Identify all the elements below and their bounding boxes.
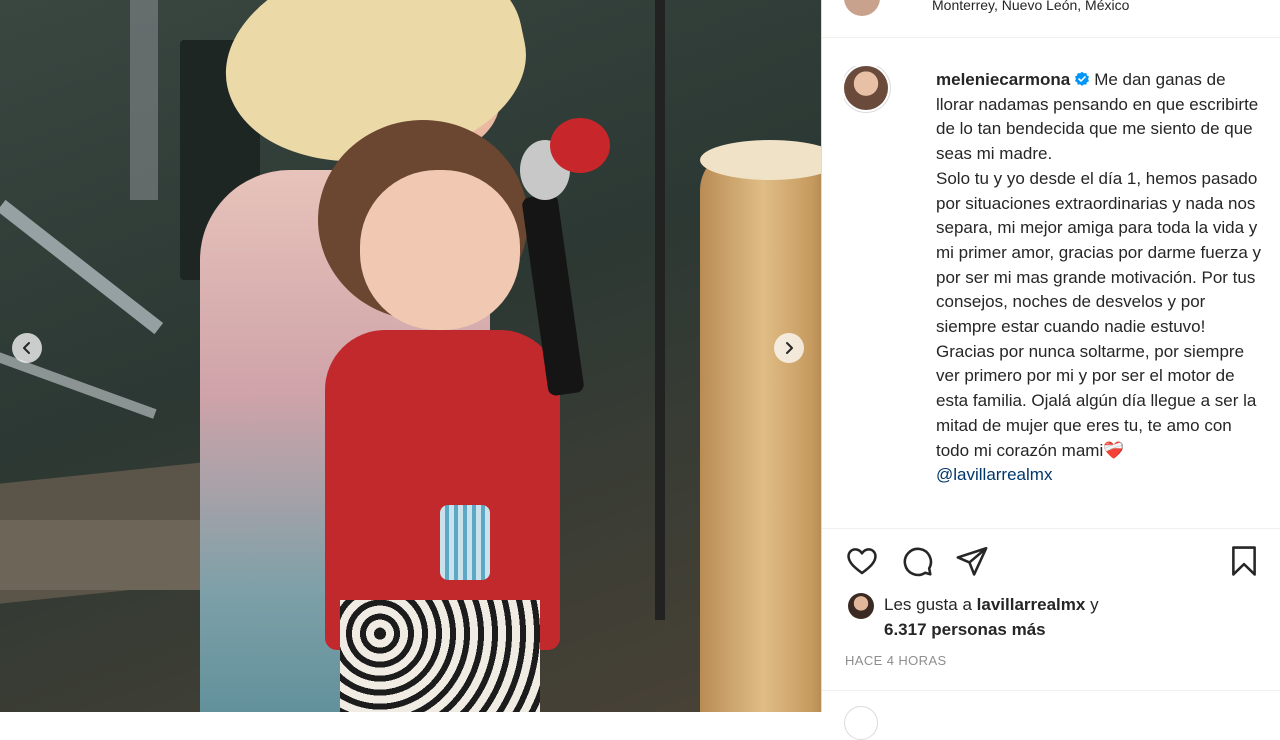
likes-text: Les gusta a lavillarrealmx y 6.317 perso… [884, 592, 1224, 642]
likes-conjunction: y [1090, 595, 1099, 614]
liker-username[interactable]: lavillarrealmx [977, 595, 1086, 614]
share-button[interactable] [954, 544, 990, 580]
author-avatar[interactable] [844, 66, 888, 110]
mention-link[interactable]: @lavillarrealmx [936, 465, 1052, 484]
author-username[interactable]: meleniecarmona [936, 70, 1070, 89]
divider [822, 37, 1280, 38]
next-photo-button[interactable] [774, 333, 804, 363]
comment-input-avatar [844, 706, 878, 740]
stage-light [0, 199, 164, 335]
bracelets [440, 505, 490, 580]
bookmark-icon [1232, 546, 1256, 576]
divider [822, 528, 1280, 529]
post-side-panel: Monterrey, Nuevo León, México meleniecar… [821, 0, 1280, 740]
chevron-left-icon [23, 342, 30, 354]
heart-outline-icon [847, 548, 877, 575]
location-link[interactable]: Monterrey, Nuevo León, México [932, 0, 1129, 13]
conga-drum [700, 150, 821, 712]
liker-avatar[interactable] [848, 593, 874, 619]
paper-plane-icon [956, 546, 988, 576]
girl-leopard-pants [340, 600, 540, 712]
mending-heart-emoji: ❤️‍🩹 [1103, 440, 1125, 460]
action-bar [844, 544, 1262, 584]
comment-bubble-icon [903, 547, 933, 577]
comment-button[interactable] [899, 544, 935, 580]
mic-stand [655, 0, 665, 620]
prev-photo-button[interactable] [12, 333, 42, 363]
post-photo[interactable] [0, 0, 821, 712]
save-button[interactable] [1226, 544, 1262, 580]
post-header: Monterrey, Nuevo León, México [844, 0, 1129, 20]
header-avatar[interactable] [844, 0, 880, 16]
verified-badge-icon [1075, 71, 1090, 86]
caption: meleniecarmona Me dan ganas de llorar nad… [936, 68, 1264, 488]
girl-face [360, 170, 520, 330]
like-button[interactable] [844, 544, 880, 580]
background-post [130, 0, 158, 200]
likes-count-link[interactable]: 6.317 personas más [884, 620, 1046, 639]
red-rose [550, 118, 610, 173]
chevron-right-icon [786, 342, 793, 354]
caption-section: meleniecarmona Me dan ganas de llorar nad… [844, 66, 1264, 524]
post-timestamp[interactable]: HACE 4 HORAS [845, 653, 947, 668]
divider [822, 690, 1280, 691]
caption-text: Me dan ganas de llorar nadamas pensando … [936, 70, 1261, 460]
likes-prefix: Les gusta a [884, 595, 972, 614]
